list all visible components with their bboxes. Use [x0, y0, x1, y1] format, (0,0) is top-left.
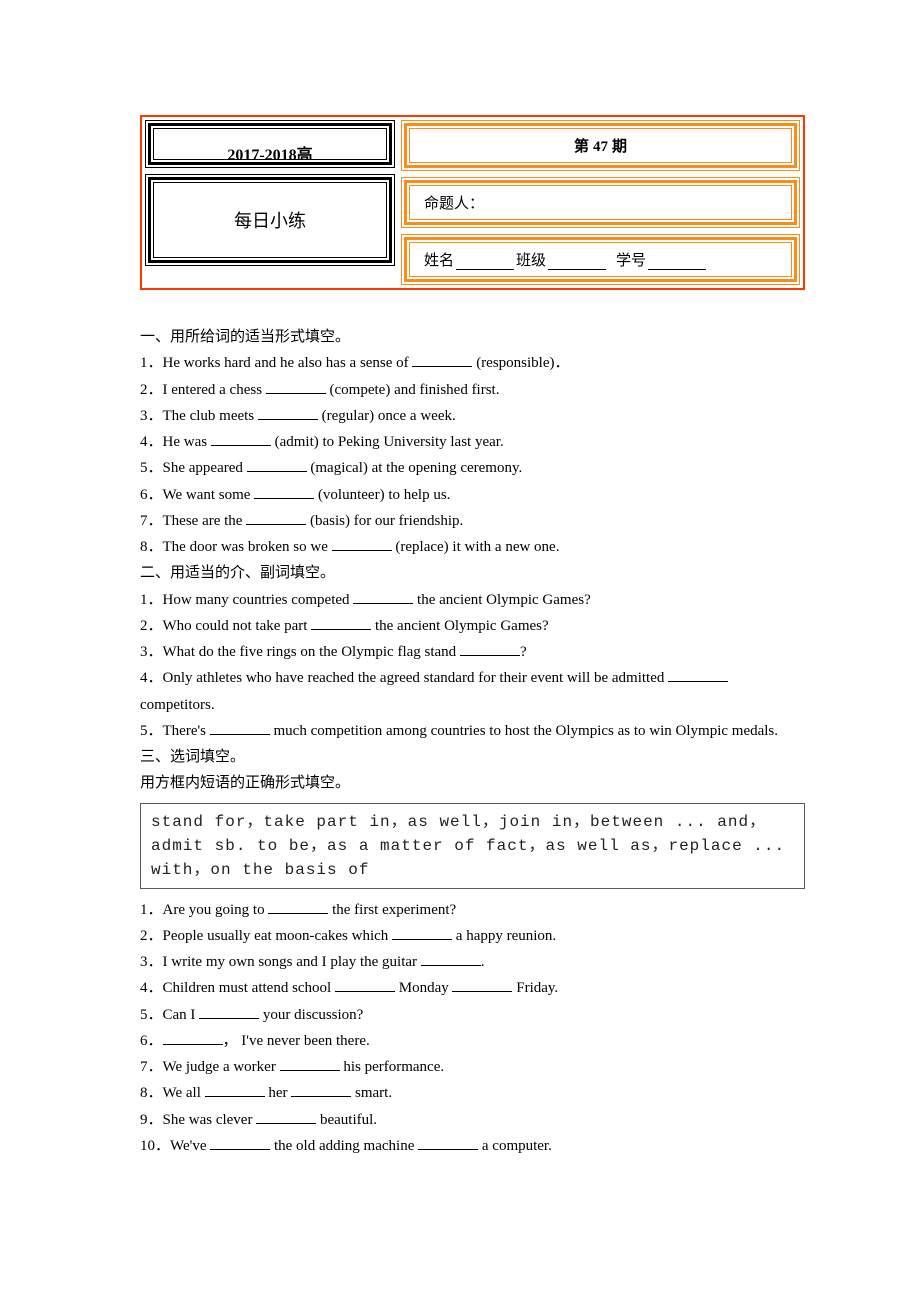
s1-q2: 2．I entered a chess (compete) and finish… [140, 377, 805, 403]
s1-blank-6[interactable] [254, 486, 314, 499]
header-frame: 2017-2018高 每日小练 第 47 期 命题人： 姓名 [140, 115, 805, 290]
s3-q7: 7．We judge a worker his performance. [140, 1054, 805, 1080]
s3-blank-3[interactable] [421, 953, 481, 966]
s3-blank-7[interactable] [280, 1058, 340, 1071]
content-body: 一、用所给词的适当形式填空。 1．He works hard and he al… [140, 324, 805, 1159]
s2-blank-3[interactable] [460, 643, 520, 656]
s3-blank-6[interactable] [163, 1032, 223, 1045]
s3-q9: 9．She was clever beautiful. [140, 1107, 805, 1133]
issue-cell: 第 47 期 [401, 120, 800, 171]
s3-blank-10b[interactable] [418, 1137, 478, 1150]
issue-suffix: 期 [612, 135, 627, 156]
header-title-cell: 每日小练 [145, 174, 395, 266]
s1-q1: 1．He works hard and he also has a sense … [140, 350, 805, 376]
section-1-title: 一、用所给词的适当形式填空。 [140, 324, 805, 350]
s3-q10: 10．We've the old adding machine a comput… [140, 1133, 805, 1159]
s3-blank-8a[interactable] [205, 1084, 265, 1097]
section-2-title: 二、用适当的介、副词填空。 [140, 560, 805, 586]
header-title-text: 每日小练 [153, 182, 387, 258]
section-3-title: 三、选词填空。 [140, 744, 805, 770]
s1-blank-5[interactable] [247, 459, 307, 472]
s2-q1: 1．How many countries competed the ancien… [140, 587, 805, 613]
s1-blank-7[interactable] [246, 512, 306, 525]
sid-label: 学号 [616, 249, 646, 270]
phrase-box: stand for，take part in，as well，join in，b… [140, 803, 805, 889]
s2-blank-1[interactable] [353, 591, 413, 604]
s3-blank-8b[interactable] [291, 1084, 351, 1097]
s3-blank-10a[interactable] [210, 1137, 270, 1150]
s3-q2: 2．People usually eat moon-cakes which a … [140, 923, 805, 949]
s1-blank-4[interactable] [211, 433, 271, 446]
s3-q5: 5．Can I your discussion? [140, 1002, 805, 1028]
s1-blank-1[interactable] [412, 354, 472, 367]
s1-q6: 6．We want some (volunteer) to help us. [140, 482, 805, 508]
s1-blank-2[interactable] [266, 381, 326, 394]
s1-q3: 3．The club meets (regular) once a week. [140, 403, 805, 429]
s3-q3: 3．I write my own songs and I play the gu… [140, 949, 805, 975]
s3-blank-9[interactable] [256, 1111, 316, 1124]
author-cell: 命题人： [401, 177, 800, 228]
student-info-cell: 姓名 班级 学号 [401, 234, 800, 285]
s3-blank-1[interactable] [268, 901, 328, 914]
s2-blank-2[interactable] [311, 617, 371, 630]
s3-q1: 1．Are you going to the first experiment? [140, 897, 805, 923]
s3-blank-2[interactable] [392, 927, 452, 940]
s2-blank-5[interactable] [210, 722, 270, 735]
name-label: 姓名 [424, 249, 454, 270]
s1-q4: 4．He was (admit) to Peking University la… [140, 429, 805, 455]
s1-q8: 8．The door was broken so we (replace) it… [140, 534, 805, 560]
s1-q5: 5．She appeared (magical) at the opening … [140, 455, 805, 481]
class-input[interactable] [548, 255, 606, 270]
issue-prefix: 第 [574, 135, 589, 156]
s2-q5: 5．There's much competition among countri… [140, 718, 805, 744]
s3-blank-5[interactable] [199, 1006, 259, 1019]
s3-q8: 8．We all her smart. [140, 1080, 805, 1106]
s3-blank-4b[interactable] [452, 979, 512, 992]
s2-q4: 4．Only athletes who have reached the agr… [140, 665, 805, 718]
s1-blank-3[interactable] [258, 407, 318, 420]
s2-blank-4[interactable] [668, 669, 728, 682]
issue-number: 47 [593, 139, 608, 156]
header-year-cell: 2017-2018高 [145, 120, 395, 168]
s3-q4: 4．Children must attend school Monday Fri… [140, 975, 805, 1001]
page: 2017-2018高 每日小练 第 47 期 命题人： 姓名 [0, 0, 920, 1219]
header-right-column: 第 47 期 命题人： 姓名 班级 学号 [401, 120, 800, 285]
name-input[interactable] [456, 255, 514, 270]
section-3-sub: 用方框内短语的正确形式填空。 [140, 770, 805, 796]
s2-q3: 3．What do the five rings on the Olympic … [140, 639, 805, 665]
s3-blank-4a[interactable] [335, 979, 395, 992]
sid-input[interactable] [648, 255, 706, 270]
s1-blank-8[interactable] [332, 538, 392, 551]
class-label: 班级 [516, 249, 546, 270]
author-label: 命题人： [424, 192, 484, 213]
s2-q2: 2．Who could not take part the ancient Ol… [140, 613, 805, 639]
header-year-text: 2017-2018高 [227, 141, 312, 160]
s3-q6: 6．， I've never been there. [140, 1028, 805, 1054]
s1-q7: 7．These are the (basis) for our friendsh… [140, 508, 805, 534]
header-left-column: 2017-2018高 每日小练 [145, 120, 395, 285]
